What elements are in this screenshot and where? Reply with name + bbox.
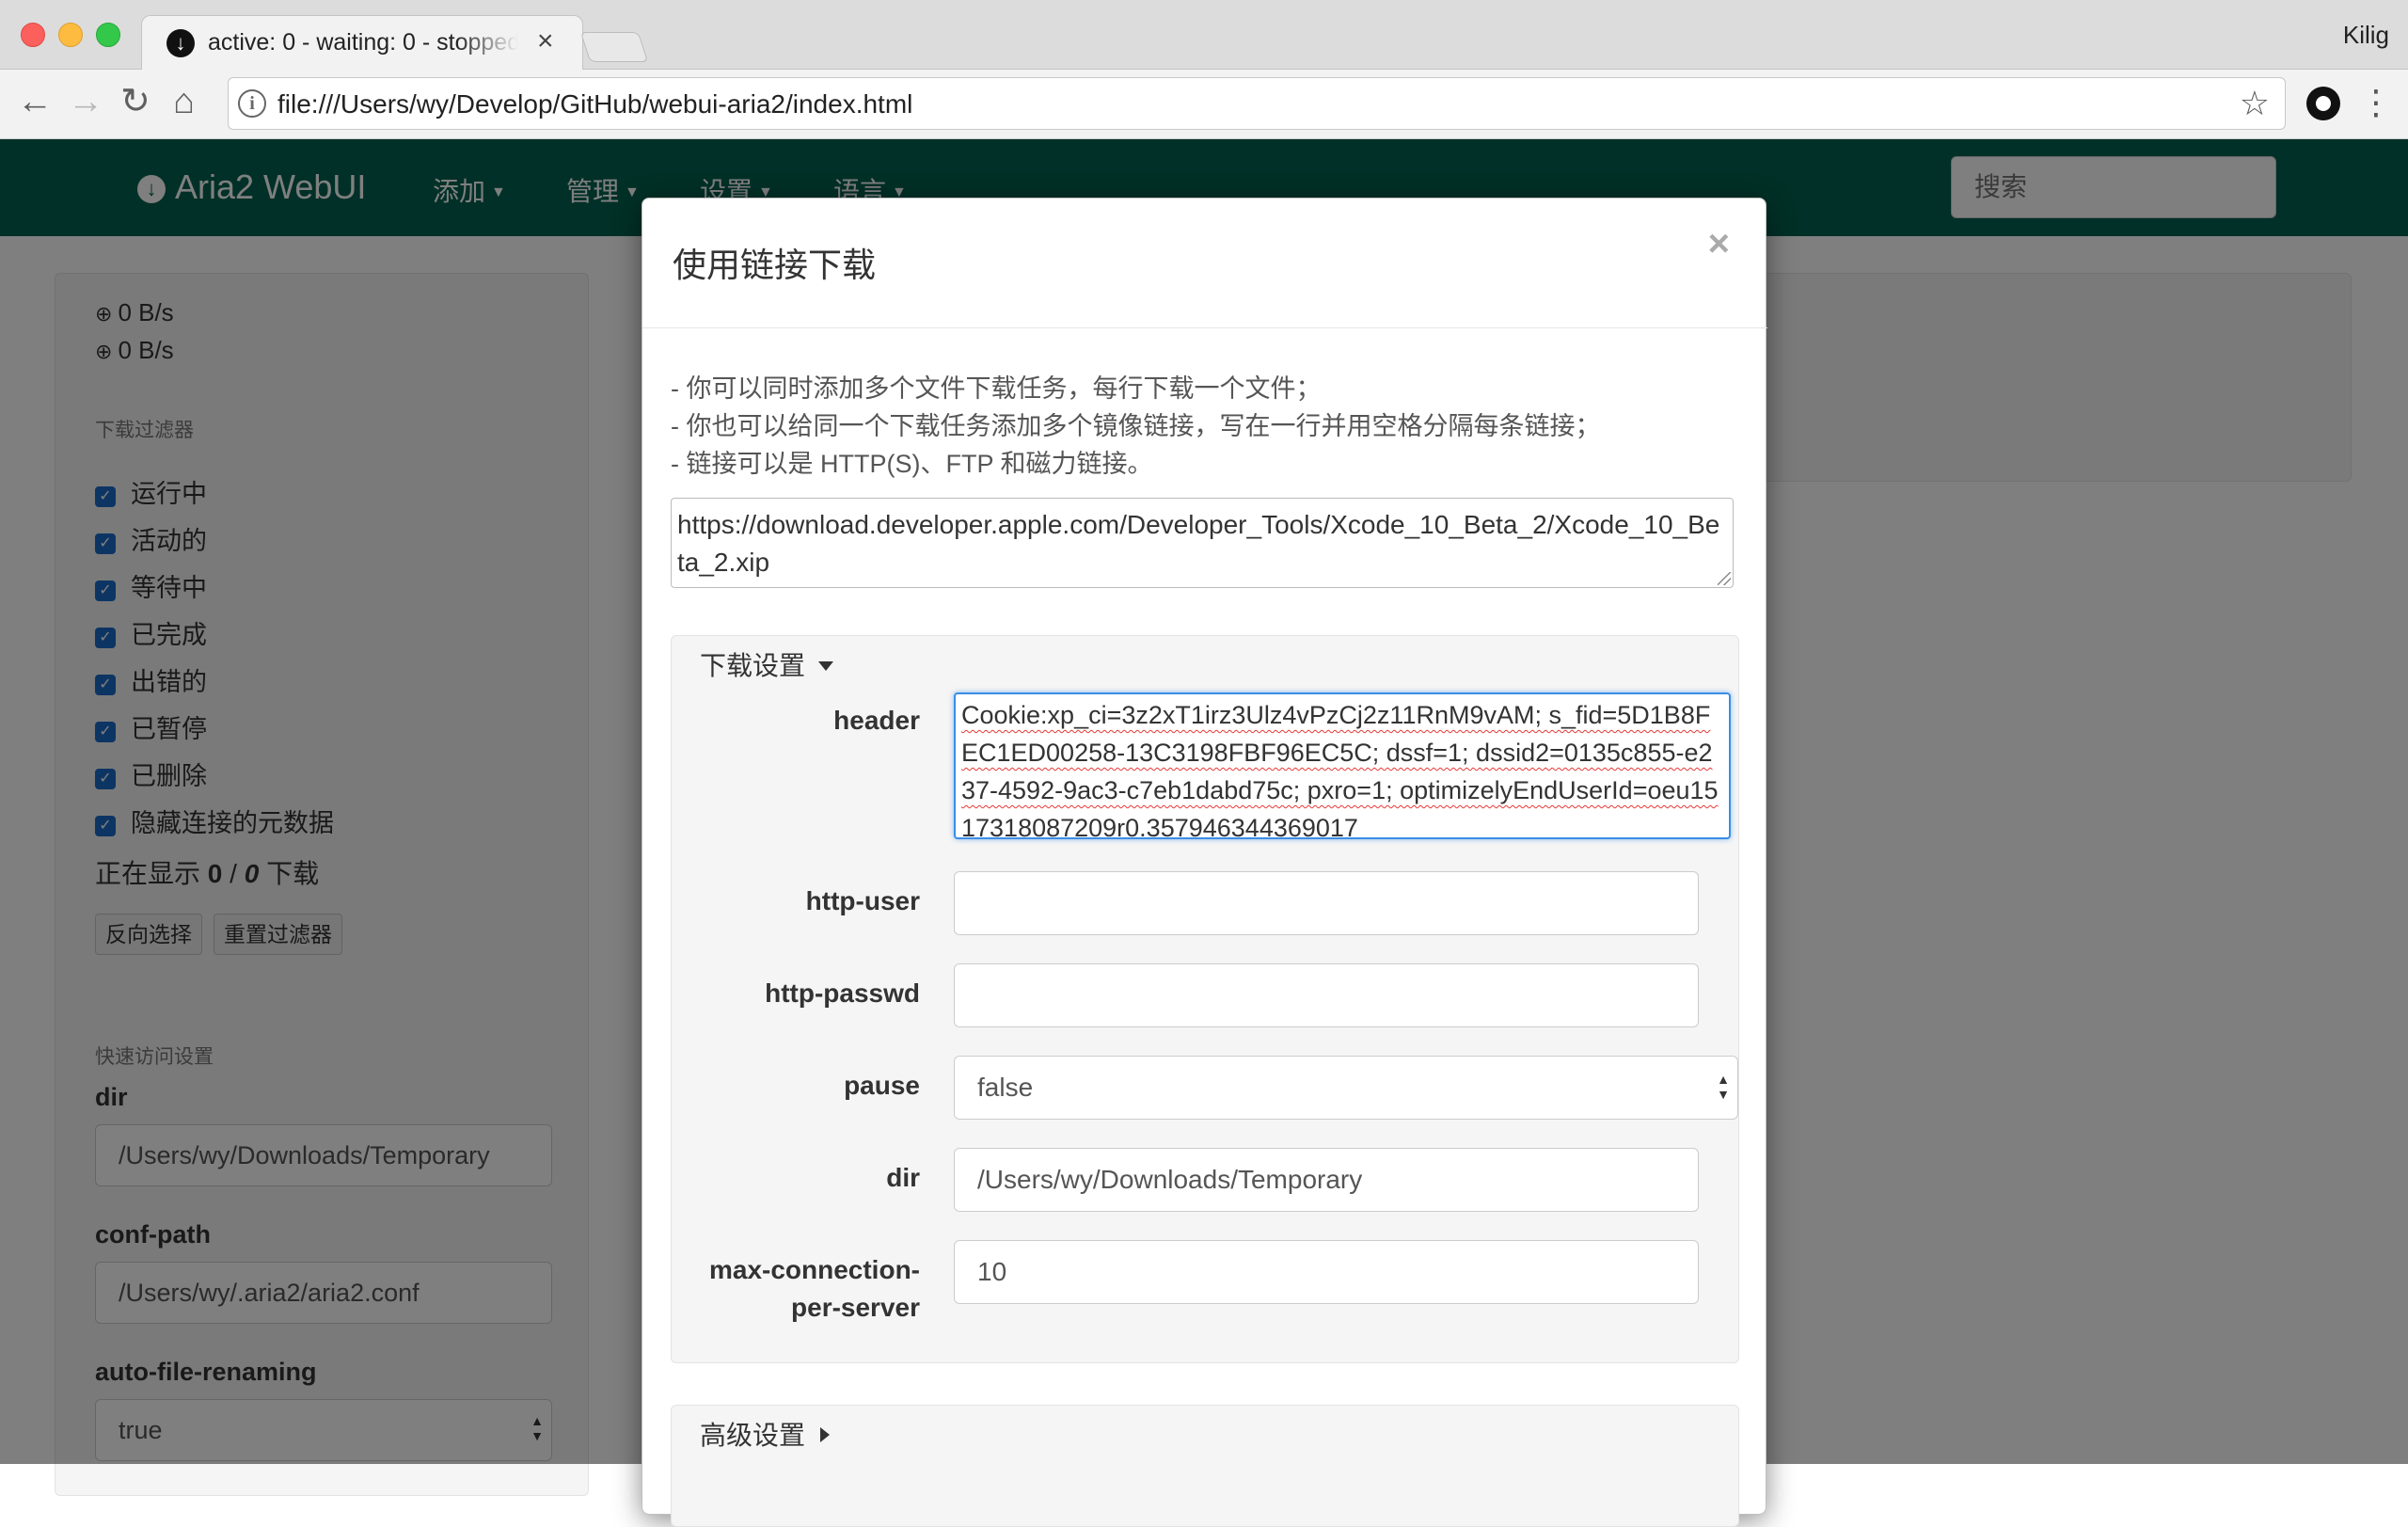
browser-menu-icon[interactable]: ⋮ [2359,83,2393,122]
browser-toolbar: ← → ↻ ⌂ i file:///Users/wy/Develop/GitHu… [0,70,2408,139]
home-icon[interactable]: ⌂ [173,83,195,120]
profile-name[interactable]: Kilig [2343,21,2389,50]
http-user-label: http-user [805,886,920,915]
resize-handle-icon[interactable] [1718,572,1731,585]
download-settings-panel: 下载设置 header Cookie:xp_ci=3z2xT1irz3Ulz4v… [671,635,1739,1363]
pause-label: pause [844,1071,920,1100]
browser-tab-active[interactable]: ↓ active: 0 - waiting: 0 - stopped: 0 × [141,15,583,70]
download-settings-toggle[interactable]: 下载设置 [700,645,834,683]
pause-value: false [977,1073,1034,1102]
address-bar[interactable]: i file:///Users/wy/Develop/GitHub/webui-… [228,77,2286,130]
window-zoom-button[interactable] [96,23,120,47]
reload-icon[interactable]: ↻ [120,83,150,120]
dir-label: dir [886,1163,920,1192]
tab-title: active: 0 - waiting: 0 - stopped: 0 [208,29,518,56]
window-close-button[interactable] [21,23,45,47]
download-settings-label: 下载设置 [700,651,806,680]
max-connection-label-line1: max-connection- [708,1255,920,1284]
dir-input[interactable]: /Users/wy/Downloads/Temporary [954,1148,1699,1212]
bookmark-star-icon[interactable]: ☆ [2240,84,2270,123]
advanced-settings-panel: 高级设置 [671,1405,1739,1527]
help-line-2: - 你也可以给同一个下载任务添加多个镜像链接，写在一行并用空格分隔每条链接； [671,412,1601,440]
browser-tab-strip: ↓ active: 0 - waiting: 0 - stopped: 0 × … [0,0,2408,70]
header-label: header [833,706,920,735]
add-uri-modal: 使用链接下载 × - 你可以同时添加多个文件下载任务，每行下载一个文件； - 你… [642,198,1767,1527]
modal-header: 使用链接下载 × [642,199,1767,328]
max-connection-input[interactable]: 10 [954,1240,1699,1304]
http-passwd-label: http-passwd [765,978,920,1008]
caret-right-icon [820,1427,831,1442]
modal-title: 使用链接下载 [673,246,877,284]
download-favicon-icon: ↓ [166,29,195,57]
extension-icon[interactable] [2306,87,2340,120]
help-line-3: - 链接可以是 HTTP(S)、FTP 和磁力链接。 [671,450,1153,478]
window-minimize-button[interactable] [58,23,83,47]
header-textarea[interactable]: Cookie:xp_ci=3z2xT1irz3Ulz4vPzCj2z11RnM9… [954,692,1731,839]
address-url[interactable]: file:///Users/wy/Develop/GitHub/webui-ar… [277,89,912,119]
uri-textarea[interactable]: https://download.developer.apple.com/Dev… [671,498,1734,588]
close-icon[interactable]: × [1708,223,1730,265]
uri-text: https://download.developer.apple.com/Dev… [677,510,1720,577]
back-arrow-icon[interactable]: ← [17,83,53,120]
advanced-settings-toggle[interactable]: 高级设置 [700,1415,831,1453]
pause-select[interactable]: false ▲ ▼ [954,1056,1738,1120]
new-tab-button[interactable] [579,32,649,62]
http-passwd-input[interactable] [954,963,1699,1027]
help-line-1: - 你可以同时添加多个文件下载任务，每行下载一个文件； [671,374,1322,403]
select-arrows-icon: ▲▼ [1717,1072,1730,1102]
advanced-settings-label: 高级设置 [700,1421,806,1450]
http-user-input[interactable] [954,871,1699,935]
forward-arrow-icon[interactable]: → [68,83,103,120]
caret-down-icon [818,661,834,671]
max-connection-label-line2: per-server [791,1293,920,1322]
info-icon[interactable]: i [238,89,266,118]
tab-close-icon[interactable]: × [537,25,554,57]
